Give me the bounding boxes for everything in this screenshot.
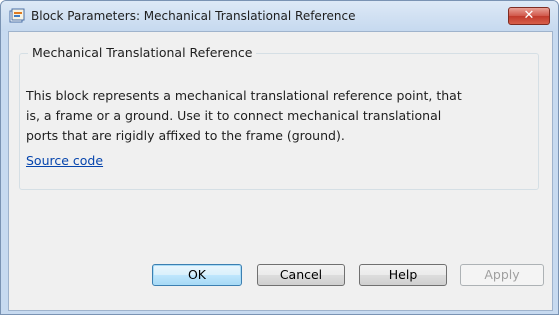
block-description: This block represents a mechanical trans… bbox=[26, 86, 546, 146]
description-line: is, a frame or a ground. Use it to conne… bbox=[26, 108, 442, 123]
block-parameters-dialog: Block Parameters: Mechanical Translation… bbox=[0, 0, 559, 315]
window-title: Block Parameters: Mechanical Translation… bbox=[31, 9, 356, 23]
apply-button: Apply bbox=[460, 264, 544, 286]
group-title: Mechanical Translational Reference bbox=[28, 45, 257, 60]
help-button[interactable]: Help bbox=[359, 264, 447, 286]
title-bar[interactable]: Block Parameters: Mechanical Translation… bbox=[1, 1, 558, 31]
close-icon: ✕ bbox=[523, 8, 535, 23]
dialog-body: Mechanical Translational Reference This … bbox=[8, 31, 553, 311]
ok-button[interactable]: OK bbox=[152, 264, 242, 286]
description-line: This block represents a mechanical trans… bbox=[26, 88, 462, 103]
simulink-block-icon bbox=[9, 8, 25, 24]
source-code-link[interactable]: Source code bbox=[26, 153, 103, 168]
cancel-button[interactable]: Cancel bbox=[257, 264, 345, 286]
description-line: ports that are rigidly affixed to the fr… bbox=[26, 128, 345, 143]
close-button[interactable]: ✕ bbox=[508, 7, 550, 25]
